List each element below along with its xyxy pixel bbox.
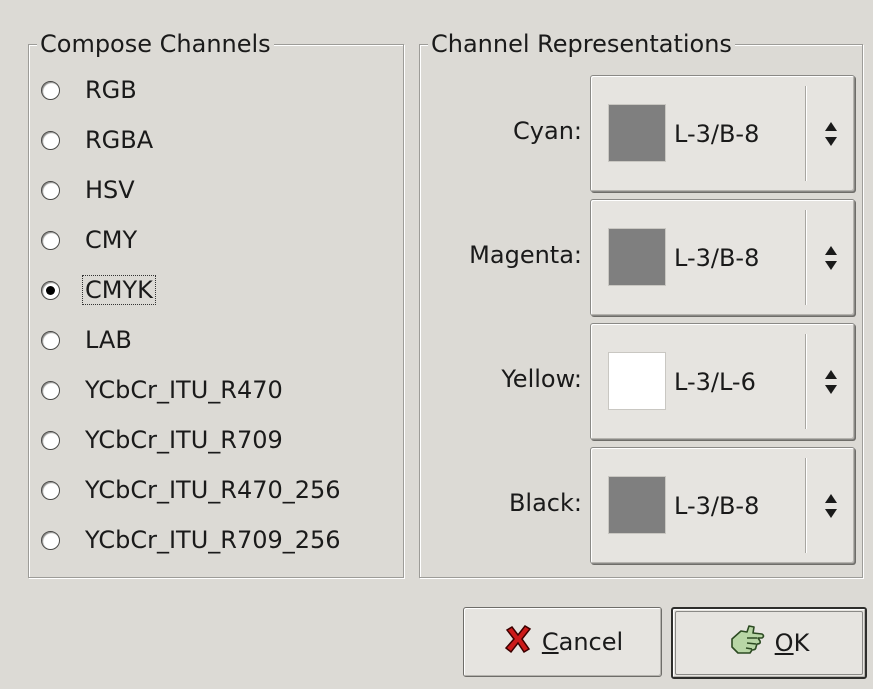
combo-separator <box>805 458 806 553</box>
ok-label-rest: K <box>793 629 810 657</box>
channel-row-black: Black: L-3/B-8 <box>420 447 862 564</box>
ok-button[interactable]: OK <box>671 607 867 679</box>
updown-arrows-icon[interactable] <box>813 76 849 191</box>
compose-channels-title: Compose Channels <box>37 29 274 59</box>
radio-option-cmy[interactable]: CMY <box>39 215 343 265</box>
ok-label: OK <box>775 629 810 657</box>
updown-arrows-icon[interactable] <box>813 324 849 439</box>
cancel-label: Cancel <box>542 628 623 656</box>
radio-button[interactable] <box>41 330 60 350</box>
channel-representations-title: Channel Representations <box>428 29 735 59</box>
channel-combo-cyan[interactable]: L-3/B-8 <box>590 75 855 192</box>
channel-row-cyan: Cyan: L-3/B-8 <box>420 75 862 192</box>
radio-button[interactable] <box>41 230 60 250</box>
radio-button[interactable] <box>41 180 60 200</box>
cancel-mnemonic: C <box>541 628 559 656</box>
compose-channels-frame: Compose Channels RGB RGBA HSV CMY CMYK L… <box>28 29 404 578</box>
combo-separator <box>805 210 806 305</box>
radio-option-ycbcr-r709-256[interactable]: YCbCr_ITU_R709_256 <box>39 515 343 565</box>
channel-combo-black[interactable]: L-3/B-8 <box>590 447 855 564</box>
combo-value: L-3/L-6 <box>674 367 756 396</box>
radio-label[interactable]: RGBA <box>83 126 155 154</box>
channel-representations-frame: Channel Representations Cyan: L-3/B-8 Ma… <box>419 29 863 578</box>
radio-option-cmyk[interactable]: CMYK <box>39 265 343 315</box>
channel-label: Magenta: <box>469 241 582 269</box>
cancel-label-rest: ancel <box>558 628 624 656</box>
combo-separator <box>805 86 806 181</box>
channel-label: Cyan: <box>513 117 582 145</box>
cancel-button[interactable]: Cancel <box>463 607 662 677</box>
radio-button[interactable] <box>41 130 60 150</box>
channel-row-yellow: Yellow: L-3/L-6 <box>420 323 862 440</box>
radio-option-ycbcr-r470[interactable]: YCbCr_ITU_R470 <box>39 365 343 415</box>
channel-row-magenta: Magenta: L-3/B-8 <box>420 199 862 316</box>
compose-channels-list: RGB RGBA HSV CMY CMYK LAB YCbCr_ITU_R470 <box>39 65 343 565</box>
channel-label: Black: <box>508 489 582 517</box>
radio-option-hsv[interactable]: HSV <box>39 165 343 215</box>
ok-mnemonic: O <box>774 629 794 657</box>
radio-label[interactable]: YCbCr_ITU_R470_256 <box>83 476 343 504</box>
radio-label[interactable]: LAB <box>83 326 134 354</box>
radio-button[interactable] <box>41 430 60 450</box>
radio-label[interactable]: HSV <box>83 176 137 204</box>
radio-label[interactable]: RGB <box>83 76 139 104</box>
radio-button[interactable] <box>41 530 60 550</box>
channel-combo-yellow[interactable]: L-3/L-6 <box>590 323 855 440</box>
channel-combo-magenta[interactable]: L-3/B-8 <box>590 199 855 316</box>
radio-label[interactable]: YCbCr_ITU_R709_256 <box>83 526 343 554</box>
radio-option-ycbcr-r470-256[interactable]: YCbCr_ITU_R470_256 <box>39 465 343 515</box>
radio-button[interactable] <box>41 380 60 400</box>
radio-button[interactable] <box>41 480 60 500</box>
channel-label: Yellow: <box>501 365 582 393</box>
radio-label[interactable]: CMY <box>83 226 139 254</box>
radio-option-rgb[interactable]: RGB <box>39 65 343 115</box>
cancel-x-icon <box>502 623 534 661</box>
radio-option-ycbcr-r709[interactable]: YCbCr_ITU_R709 <box>39 415 343 465</box>
combo-value: L-3/B-8 <box>674 243 760 272</box>
radio-option-lab[interactable]: LAB <box>39 315 343 365</box>
color-swatch <box>608 476 666 534</box>
radio-label[interactable]: CMYK <box>82 275 156 305</box>
radio-label[interactable]: YCbCr_ITU_R709 <box>83 426 285 454</box>
combo-value: L-3/B-8 <box>674 119 760 148</box>
color-swatch <box>608 228 666 286</box>
combo-separator <box>805 334 806 429</box>
updown-arrows-icon[interactable] <box>813 448 849 563</box>
updown-arrows-icon[interactable] <box>813 200 849 315</box>
color-swatch <box>608 104 666 162</box>
radio-button-checked[interactable] <box>41 280 60 300</box>
radio-option-rgba[interactable]: RGBA <box>39 115 343 165</box>
ok-hand-icon <box>729 623 767 663</box>
color-swatch <box>608 352 666 410</box>
radio-label[interactable]: YCbCr_ITU_R470 <box>83 376 285 404</box>
combo-value: L-3/B-8 <box>674 491 760 520</box>
radio-button[interactable] <box>41 80 60 100</box>
